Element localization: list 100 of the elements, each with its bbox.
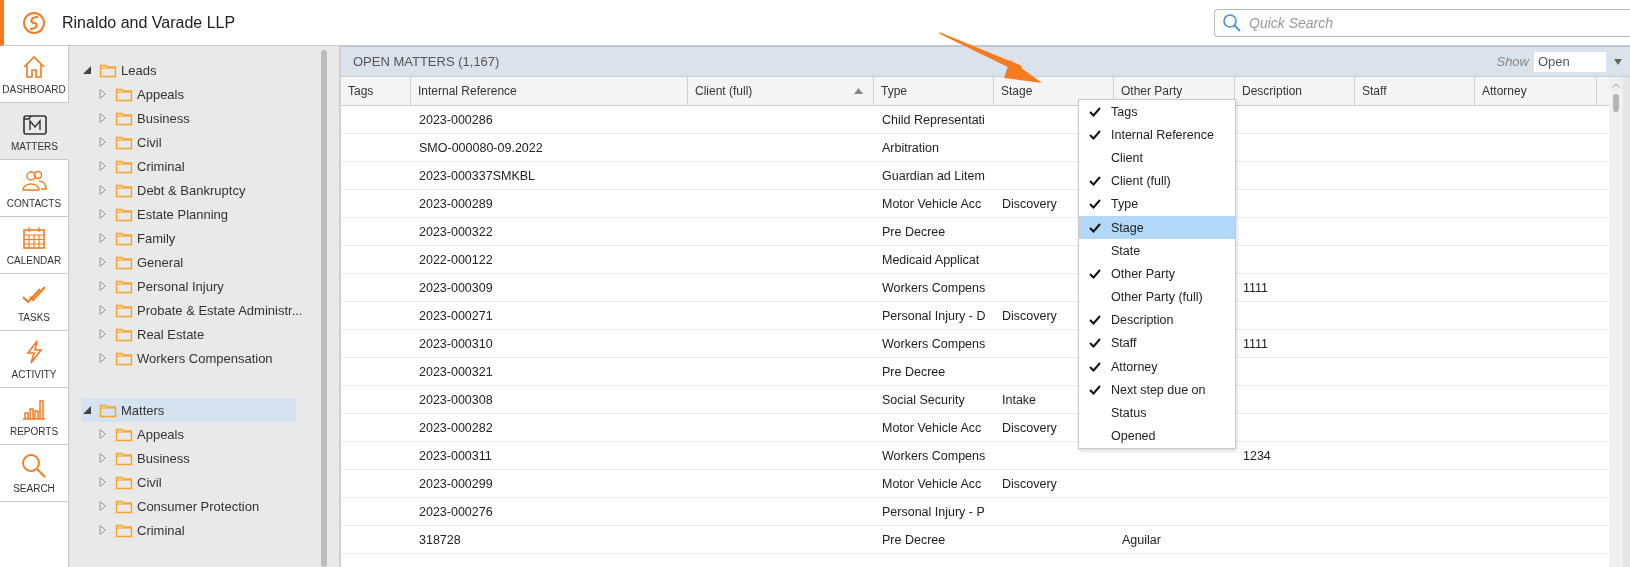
show-label: Show xyxy=(1496,54,1529,69)
tree-item[interactable]: Estate Planning xyxy=(137,206,229,222)
table-cell: Workers Compens xyxy=(882,336,986,351)
table-cell: 2023-000299 xyxy=(419,476,493,491)
folder-icon xyxy=(115,182,133,198)
tree-item[interactable]: Real Estate xyxy=(137,326,205,342)
menu-item[interactable]: Other Party (full) xyxy=(1079,285,1235,309)
table-cell: 2023-000271 xyxy=(419,308,493,323)
column-header[interactable]: Client (full) xyxy=(688,77,874,105)
tree-item[interactable]: Civil xyxy=(137,474,162,490)
expand-icon[interactable] xyxy=(97,280,109,292)
tree-item[interactable]: Appeals xyxy=(137,86,184,102)
expand-icon[interactable] xyxy=(97,208,109,220)
tree-item[interactable]: Workers Compensation xyxy=(137,350,273,366)
expand-icon[interactable] xyxy=(97,452,109,464)
expand-icon[interactable] xyxy=(97,352,109,364)
folder-icon xyxy=(99,62,117,78)
menu-item[interactable]: Description xyxy=(1079,308,1235,332)
tree-item[interactable]: Business xyxy=(137,110,190,126)
selected-tree-row[interactable]: Matters xyxy=(81,398,296,422)
nav-item[interactable]: MATTERS xyxy=(0,103,69,160)
tree-item[interactable]: Criminal xyxy=(137,522,185,538)
table-cell: 2023-000311 xyxy=(419,448,492,463)
expand-icon[interactable] xyxy=(97,328,109,340)
folder-icon xyxy=(115,474,133,490)
column-header[interactable]: Internal Reference xyxy=(411,77,688,105)
tree-item[interactable]: Family xyxy=(137,230,176,246)
table-cell: Personal Injury - P xyxy=(882,504,985,519)
menu-item[interactable]: Attorney xyxy=(1079,355,1235,379)
table-cell: Workers Compens xyxy=(882,280,986,295)
tree-item[interactable]: General xyxy=(137,254,184,270)
collapse-icon[interactable] xyxy=(81,404,93,416)
menu-item[interactable]: Client xyxy=(1079,146,1235,170)
tree-item[interactable]: Probate & Estate Administr... xyxy=(137,302,303,318)
table-cell: Workers Compens xyxy=(882,448,986,463)
menu-item[interactable]: Client (full) xyxy=(1079,169,1235,193)
expand-icon[interactable] xyxy=(97,524,109,536)
tree-item[interactable]: Matters xyxy=(121,402,165,418)
expand-icon[interactable] xyxy=(97,160,109,172)
table-cell: 1111 xyxy=(1243,336,1269,351)
table-cell: Pre Decree xyxy=(882,532,946,547)
table-cell: Aguilar xyxy=(1122,532,1161,547)
menu-item[interactable]: Internal Reference xyxy=(1079,123,1235,147)
table-cell: Social Security xyxy=(882,392,965,407)
search-icon xyxy=(20,452,48,480)
expand-icon[interactable] xyxy=(97,500,109,512)
expand-icon[interactable] xyxy=(97,304,109,316)
menu-item[interactable]: State xyxy=(1079,239,1235,263)
collapse-icon[interactable] xyxy=(81,64,93,76)
expand-icon[interactable] xyxy=(97,428,109,440)
scrollbar-thumb[interactable] xyxy=(1613,94,1619,112)
menu-item[interactable]: Opened xyxy=(1079,424,1235,448)
table-cell: Pre Decree xyxy=(882,364,946,379)
expand-icon[interactable] xyxy=(97,184,109,196)
tree-item[interactable]: Appeals xyxy=(137,426,184,442)
tree-item[interactable]: Criminal xyxy=(137,158,185,174)
tree-item[interactable]: Civil xyxy=(137,134,162,150)
column-header[interactable]: Type xyxy=(874,77,994,105)
table-cell: Motor Vehicle Acc xyxy=(882,196,982,211)
quick-search-field[interactable]: Quick Search xyxy=(1214,8,1630,37)
column-header[interactable]: Staff xyxy=(1355,77,1475,105)
table-cell: 1234 xyxy=(1243,448,1271,463)
table-cell: 2023-000322 xyxy=(419,224,493,239)
folder-icon xyxy=(115,254,133,270)
folder-icon xyxy=(115,278,133,294)
tree-item[interactable]: Personal Injury xyxy=(137,278,224,294)
calendar-icon xyxy=(20,224,48,252)
menu-item[interactable]: Type xyxy=(1079,192,1235,216)
menu-item[interactable]: Stage xyxy=(1079,215,1235,240)
panel-title: OPEN MATTERS (1,167) xyxy=(353,54,500,69)
table-cell: 2023-000289 xyxy=(419,196,493,211)
menu-item[interactable]: Status xyxy=(1079,401,1235,425)
expand-icon[interactable] xyxy=(97,476,109,488)
menu-item[interactable]: Other Party xyxy=(1079,262,1235,286)
menu-item[interactable]: Next step due on xyxy=(1079,378,1235,402)
expand-icon[interactable] xyxy=(97,232,109,244)
tree-item[interactable]: Business xyxy=(137,450,190,466)
table-cell: SMO-000080-09.2022 xyxy=(419,140,543,155)
table-cell: 2023-000321 xyxy=(419,364,493,379)
expand-icon[interactable] xyxy=(97,136,109,148)
table-cell: 2023-000337SMKBL xyxy=(419,168,536,183)
tree-item[interactable]: Leads xyxy=(121,62,157,78)
table-cell: 2023-000310 xyxy=(419,336,493,351)
menu-item[interactable]: Staff xyxy=(1079,331,1235,356)
folder-icon xyxy=(115,426,133,442)
expand-icon[interactable] xyxy=(97,88,109,100)
logo-icon xyxy=(22,10,46,35)
folder-icon xyxy=(115,230,133,246)
tree-item[interactable]: Debt & Bankruptcy xyxy=(137,182,246,198)
table-cell: Personal Injury - D xyxy=(882,308,986,323)
folder-icon xyxy=(115,450,133,466)
scrollbar-track[interactable] xyxy=(1609,77,1623,567)
scrollbar[interactable] xyxy=(321,50,327,567)
expand-icon[interactable] xyxy=(97,256,109,268)
column-header[interactable]: Tags xyxy=(341,77,411,105)
folder-icon xyxy=(99,402,117,418)
table-cell: 2023-000282 xyxy=(419,420,493,435)
tree-item[interactable]: Consumer Protection xyxy=(137,498,260,514)
expand-icon[interactable] xyxy=(97,112,109,124)
column-header[interactable]: Attorney xyxy=(1475,77,1597,105)
